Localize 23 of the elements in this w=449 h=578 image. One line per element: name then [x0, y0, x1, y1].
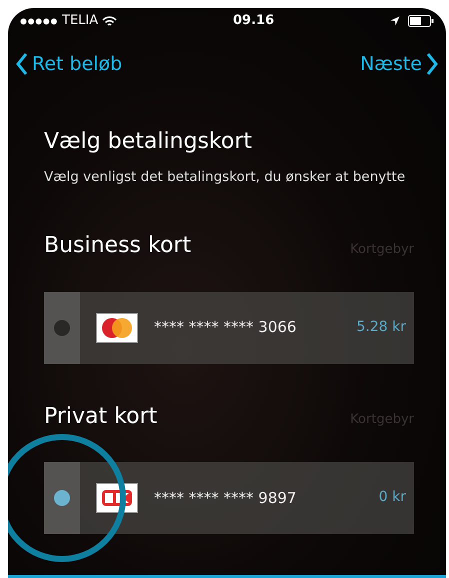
page-subtitle: Vælg venligst det betalingskort, du ønsker at benytte: [44, 168, 406, 187]
page-title: Vælg betalingskort: [44, 128, 254, 155]
location-arrow-icon: [390, 16, 400, 26]
wifi-icon: [102, 16, 118, 26]
status-time: 09.16: [232, 12, 276, 30]
card-fee: 5.28 kr: [356, 318, 406, 338]
card-number: **** **** **** 3066: [154, 317, 298, 338]
card-fee: 0 kr: [378, 488, 406, 508]
next-button[interactable]: Næste: [360, 50, 438, 78]
battery-icon: [408, 15, 434, 27]
card-row[interactable]: **** **** **** 3066 5.28 kr: [44, 292, 414, 364]
section-title: Business kort: [44, 233, 192, 260]
radio-button[interactable]: [54, 320, 70, 336]
chevron-right-icon: [426, 52, 438, 76]
card-row[interactable]: **** **** **** 9897 0 kr: [44, 462, 414, 534]
back-button[interactable]: Ret beløb: [16, 50, 122, 78]
radio-button[interactable]: [54, 490, 70, 506]
chevron-left-icon: [16, 52, 28, 76]
signal-icon: [20, 18, 58, 24]
card-logo-icon: [96, 312, 138, 343]
section-title: Privat kort: [44, 404, 158, 430]
card-number: **** **** **** 9897: [154, 488, 298, 509]
carrier-name: TELIA: [62, 12, 98, 30]
